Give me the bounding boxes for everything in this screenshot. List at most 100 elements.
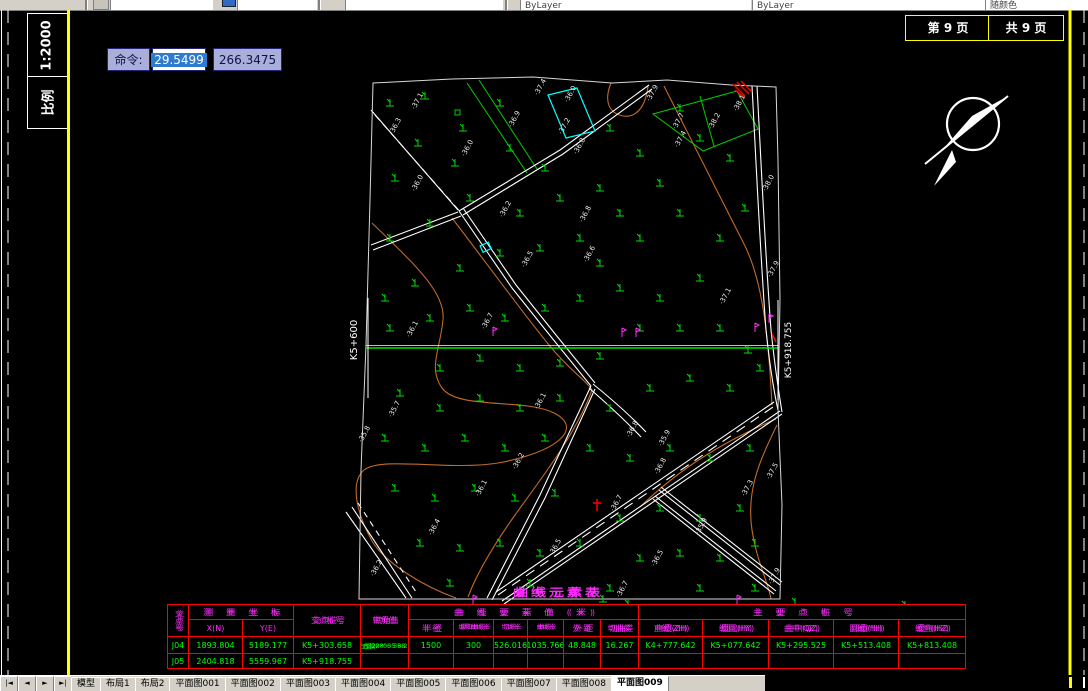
vegetation-symbol	[725, 383, 735, 392]
vegetation-symbol	[435, 403, 445, 412]
vegetation-symbol	[510, 493, 520, 502]
table-cell: 5559.967	[243, 654, 294, 669]
vegetation-symbol	[455, 543, 465, 552]
first-sheet-button[interactable]: |◄	[0, 676, 18, 691]
tab-plan004[interactable]: 平面图004	[335, 677, 392, 691]
elevation-label: ·38.1	[732, 93, 747, 112]
vegetation-symbol	[635, 553, 645, 562]
table-cell	[639, 654, 703, 669]
table-cell	[454, 654, 494, 669]
table-cell: K5+077.642	[703, 637, 769, 654]
elevation-label: ·36.1	[533, 391, 548, 410]
elevation-label: ·36.8	[578, 204, 593, 223]
vegetation-symbol	[685, 373, 695, 382]
elevation-label: ·36.2	[498, 199, 513, 218]
vegetation-symbol	[595, 258, 605, 267]
vegetation-symbol	[555, 193, 565, 202]
vegetation-symbol	[385, 98, 395, 107]
elevation-labels-layer: ·37.1 ·36.3 ·36.9 ·36.0 ·36.0 ·36.2 ·36.8 ·36.6…	[357, 77, 782, 599]
vegetation-symbol	[615, 283, 625, 292]
tab-plan001[interactable]: 平面图001	[169, 677, 226, 691]
tab-plan009-active[interactable]: 平面图009	[610, 676, 669, 691]
vegetation-symbol	[645, 383, 655, 392]
vegetation-symbol	[695, 583, 705, 592]
vegetation-symbol	[390, 173, 400, 182]
tab-plan007[interactable]: 平面图007	[500, 677, 557, 691]
elevation-label: ·36.9	[507, 109, 522, 128]
vegetation-symbol	[475, 393, 485, 402]
vegetation-symbol	[750, 538, 760, 547]
alignment-centerline	[366, 298, 779, 400]
table-header: 曲中(QZ)	[769, 620, 834, 637]
last-sheet-button[interactable]: ►|	[54, 676, 72, 691]
elevation-label: ·36.8	[653, 456, 668, 475]
table-cell: J05	[168, 654, 189, 669]
vegetation-symbol	[465, 303, 475, 312]
curve-table-title: 曲线元素表	[513, 586, 603, 599]
table-cell: K4+777.642	[639, 637, 703, 654]
elevation-label: ·37.5	[765, 461, 780, 480]
vegetation-symbol	[540, 433, 550, 442]
vegetation-symbol	[740, 203, 750, 212]
elevation-label: ·36.5	[650, 548, 665, 567]
table-header: 切线长	[494, 620, 528, 637]
elevation-label: ·36.2	[511, 451, 526, 470]
vegetation-symbol	[420, 443, 430, 452]
tab-layout2[interactable]: 布局2	[134, 677, 171, 691]
table-header: 转角值	[361, 605, 409, 637]
table-cell: 300	[454, 637, 494, 654]
tab-plan005[interactable]: 平面图005	[390, 677, 447, 691]
table-header: 外 距	[564, 620, 601, 637]
vegetation-symbol	[455, 263, 465, 272]
table-header: Y(E)	[243, 620, 294, 637]
vegetation-symbol	[715, 233, 725, 242]
table-header: 直缓(ZH)	[639, 620, 703, 637]
vegetation-symbol	[460, 433, 470, 442]
table-header: 缓和曲线长	[454, 620, 494, 637]
station-label-right: K5+918.755	[784, 322, 794, 378]
table-cell: K5+813.408	[899, 637, 966, 654]
tab-plan006[interactable]: 平面图006	[445, 677, 502, 691]
vegetation-symbol	[675, 323, 685, 332]
vegetation-symbol	[540, 163, 550, 172]
table-header: 交点号	[168, 605, 189, 637]
elevation-label: ·38.2	[707, 111, 722, 130]
table-cell	[601, 654, 639, 669]
tab-model[interactable]: 模型	[71, 677, 102, 691]
vegetation-symbol	[725, 153, 735, 162]
table-header: 缓圆(HY)	[703, 620, 769, 637]
table-cell: K5+918.755	[294, 654, 361, 669]
vegetation-symbol	[615, 208, 625, 217]
elevation-label: ·36.4	[427, 517, 443, 537]
vegetation-symbol	[505, 143, 515, 152]
vegetation-symbol	[435, 363, 445, 372]
table-header: 半 径	[409, 620, 454, 637]
vegetation-symbol	[575, 538, 585, 547]
vegetation-symbol	[743, 345, 753, 354]
elevation-label: ·36.5	[520, 249, 535, 268]
table-cell	[409, 654, 454, 669]
tab-layout1[interactable]: 布局1	[100, 677, 136, 691]
next-sheet-button[interactable]: ►	[36, 676, 54, 691]
table-header: 缓直(HZ)	[899, 620, 966, 637]
vegetation-symbol	[675, 208, 685, 217]
cad-application-window: ByLayer ByLayer 随颜色 第 9 页 共 9 页 1:2000 比…	[0, 0, 1088, 691]
elevation-label: ·38.0	[761, 173, 776, 192]
table-header: X(N)	[189, 620, 243, 637]
prev-sheet-button[interactable]: ◄	[18, 676, 36, 691]
table-cell	[899, 654, 966, 669]
survey-boundary	[358, 76, 783, 600]
table-header: 切曲差	[601, 620, 639, 637]
table-cell: K5+303.658	[294, 637, 361, 654]
elevation-label: ·37.1	[410, 91, 425, 110]
table-header: 主 要 点 桩 号	[639, 605, 966, 620]
tab-plan008[interactable]: 平面图008	[555, 677, 612, 691]
vegetation-symbol	[535, 548, 545, 557]
magenta-mark	[621, 327, 627, 338]
magenta-mark	[492, 326, 498, 337]
tab-plan002[interactable]: 平面图002	[224, 677, 281, 691]
curve-elements-table: 交点号 测 量 坐 标 X(N) Y(E) 交点桩号 转角值 曲 线 要 素 值…	[167, 604, 966, 669]
tab-plan003[interactable]: 平面图003	[279, 677, 337, 691]
table-cell	[528, 654, 564, 669]
vegetation-symbol	[410, 278, 420, 287]
